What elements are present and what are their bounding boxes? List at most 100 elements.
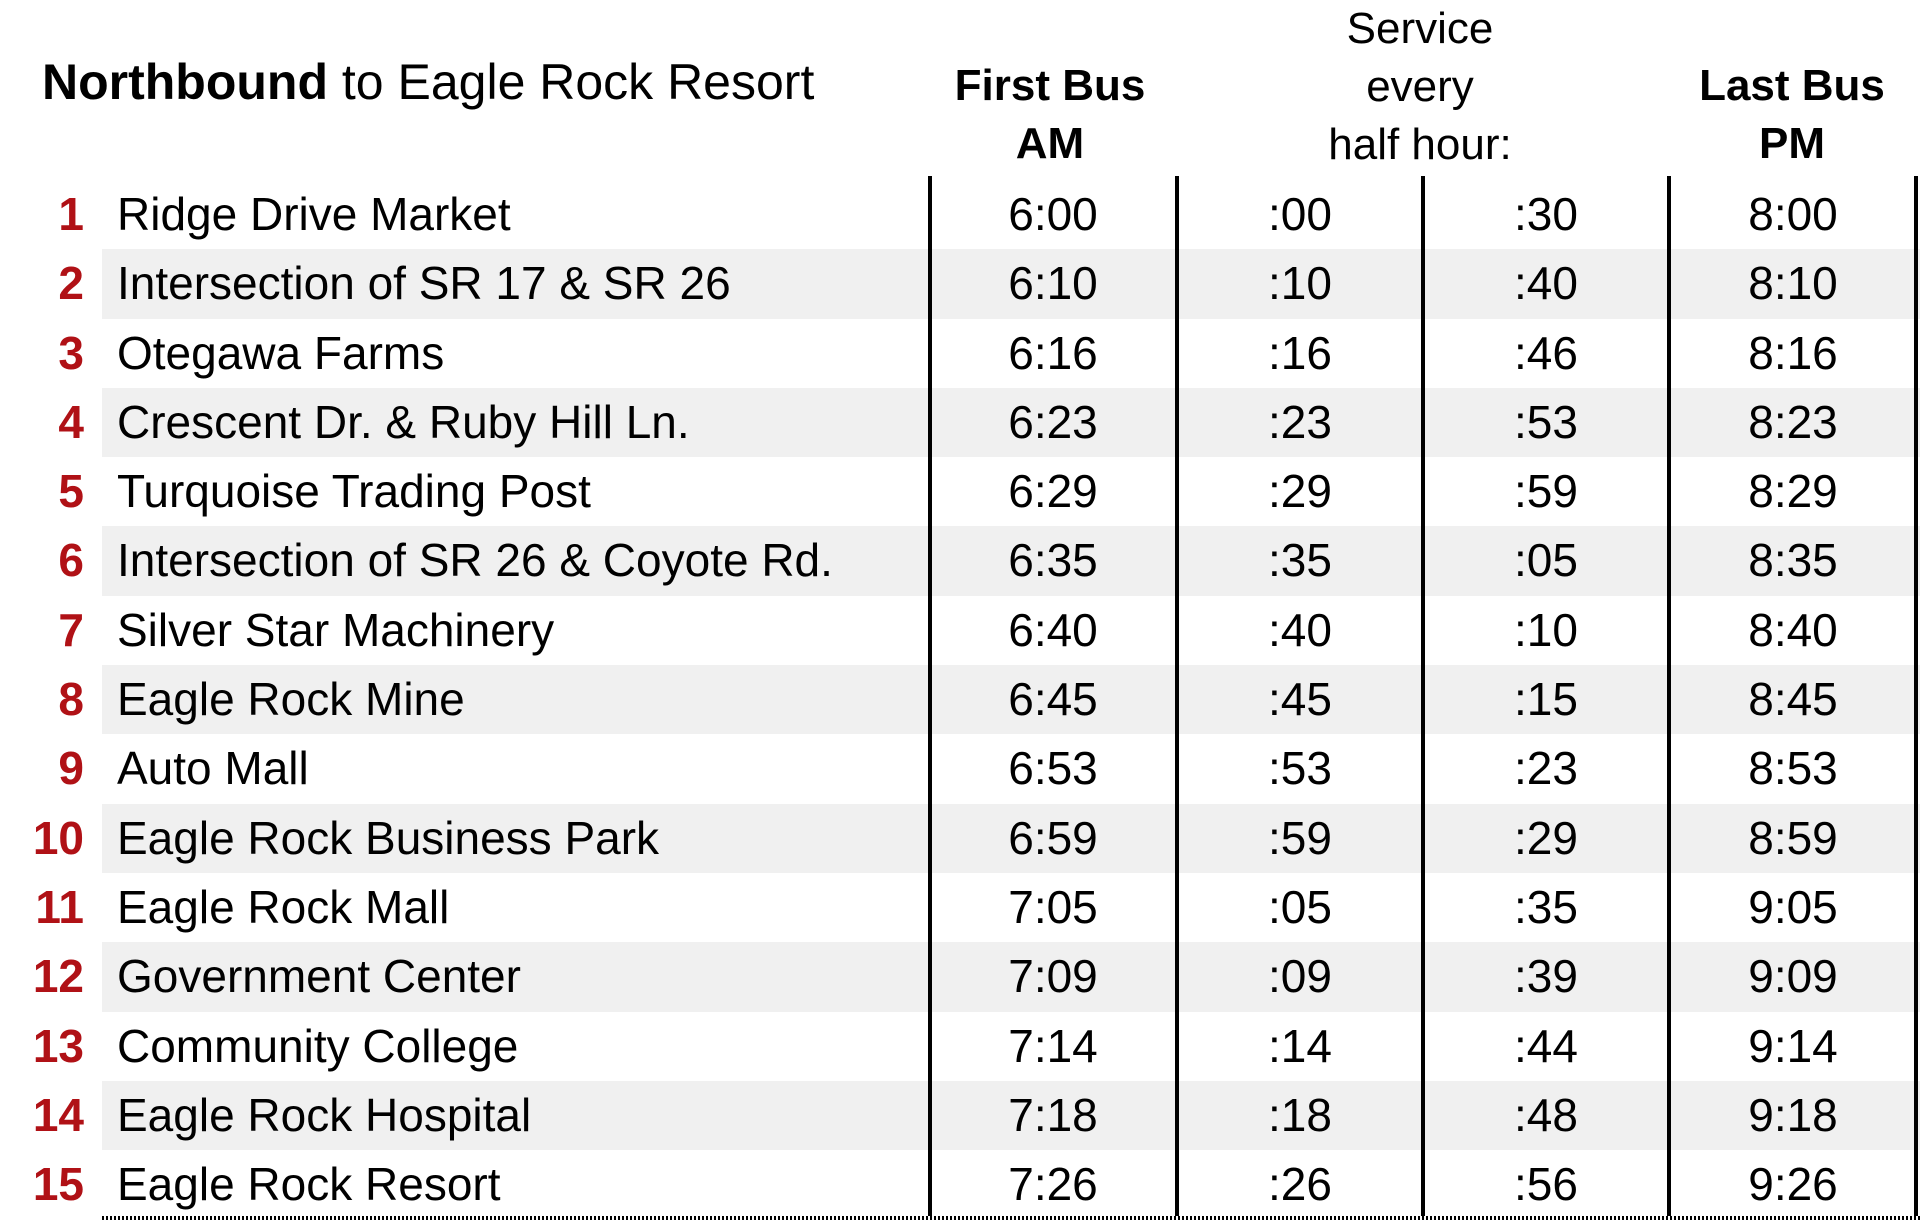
stop-name: Eagle Rock Mine <box>117 673 465 726</box>
first-bus-time: 6:10 <box>1008 257 1098 310</box>
table-row: 8 Eagle Rock Mine 6:45 :45 :15 8:45 <box>0 665 1920 735</box>
first-bus-time: 7:09 <box>1008 950 1098 1003</box>
service-minute-second: :53 <box>1514 395 1578 448</box>
service-minute-second: :59 <box>1514 465 1578 518</box>
service-minute-first: :59 <box>1268 811 1332 864</box>
table-row: 2 Intersection of SR 17 & SR 26 6:10:10:40… <box>0 249 1920 319</box>
table-row: 3 Otegawa Farms 6:16 :16 :46 8:16 <box>0 319 1920 388</box>
service-minute-second: :35 <box>1514 880 1578 933</box>
stop-name: Crescent Dr. & Ruby Hill Ln. <box>117 395 690 448</box>
service-minute-first: :29 <box>1268 465 1332 518</box>
service-minute-second: :05 <box>1514 534 1578 587</box>
stop-name: Eagle Rock Resort <box>117 1158 501 1211</box>
stop-number: 7 <box>58 603 84 656</box>
stop-number: 2 <box>58 257 84 310</box>
table-row: 13 Community College 7:14 :14 :44 9:14 <box>0 1012 1920 1081</box>
service-minute-first: :53 <box>1268 742 1332 795</box>
table-bottom-rule <box>102 1216 1920 1220</box>
last-bus-time: 8:23 <box>1748 395 1838 448</box>
last-bus-time: 8:40 <box>1748 603 1838 656</box>
first-bus-time: 7:18 <box>1008 1088 1098 1141</box>
service-header-line2: every <box>1366 62 1474 111</box>
table-row: 15 Eagle Rock Resort 7:26 :26 :56 9:26 <box>0 1150 1920 1219</box>
first-bus-time: 7:05 <box>1008 880 1098 933</box>
table-row: 12 Government Center 7:09:09:39 9:09 <box>0 942 1920 1012</box>
first-bus-time: 7:14 <box>1008 1019 1098 1072</box>
service-minute-first: :05 <box>1268 880 1332 933</box>
service-minute-first: :40 <box>1268 603 1332 656</box>
last-bus-time: 9:14 <box>1748 1019 1838 1072</box>
stop-number: 1 <box>58 188 84 240</box>
stop-number: 6 <box>58 534 84 587</box>
last-bus-time: 8:53 <box>1748 742 1838 795</box>
service-minute-second: :39 <box>1514 950 1578 1003</box>
stop-number: 12 <box>32 950 84 1003</box>
stop-name: Community College <box>117 1019 519 1072</box>
service-minute-second: :23 <box>1514 742 1578 795</box>
table-row: 7 Silver Star Machinery 6:40:40:10 8:40 <box>0 596 1920 665</box>
last-bus-time: 9:26 <box>1748 1158 1838 1211</box>
stop-number: 15 <box>32 1158 84 1211</box>
last-bus-header-line1: Last Bus <box>1699 61 1885 110</box>
last-bus-time: 9:05 <box>1748 880 1838 933</box>
stop-number: 3 <box>58 326 84 379</box>
last-bus-time: 8:29 <box>1748 465 1838 518</box>
service-minute-first: :23 <box>1268 395 1332 448</box>
first-bus-time: 6:35 <box>1008 534 1098 587</box>
first-bus-time: 7:26 <box>1008 1158 1098 1211</box>
stop-name: Eagle Rock Hospital <box>117 1088 532 1141</box>
table-row: 5 Turquoise Trading Post 6:29:29:59 8:29 <box>0 457 1920 526</box>
first-bus-time: 6:16 <box>1008 326 1098 379</box>
stop-name: Otegawa Farms <box>117 326 445 379</box>
table-row: 10 Eagle Rock Business Park 6:59:59:29 8:59 <box>0 803 1920 873</box>
last-bus-header-line2: PM <box>1759 119 1825 168</box>
table-row: 1 Ridge Drive Market 6:00:00:30 8:00 <box>0 180 1920 249</box>
stop-name: Silver Star Machinery <box>117 603 555 656</box>
service-minute-second: :46 <box>1514 326 1578 379</box>
schedule-title: Northbound to Eagle Rock Resort <box>42 52 814 112</box>
first-bus-time: 6:45 <box>1008 673 1098 726</box>
service-minute-first: :35 <box>1268 534 1332 587</box>
first-bus-header-line1: First Bus <box>954 61 1146 110</box>
first-bus-time: 6:00 <box>1008 188 1098 240</box>
stop-name: Turquoise Trading Post <box>117 465 591 518</box>
schedule-table: 1 Ridge Drive Market 6:00:00:30 8:00 2 Inters… <box>0 180 1920 1219</box>
service-minute-second: :30 <box>1514 188 1578 240</box>
service-minute-first: :14 <box>1268 1019 1332 1072</box>
service-minute-first: :26 <box>1268 1158 1332 1211</box>
stop-number: 9 <box>58 742 84 795</box>
last-bus-header: Last Bus PM <box>1672 57 1912 173</box>
first-bus-time: 6:29 <box>1008 465 1098 518</box>
column-divider <box>1667 176 1671 1220</box>
stop-number: 4 <box>58 395 84 448</box>
last-bus-time: 8:10 <box>1748 257 1838 310</box>
destination-label: to Eagle Rock Resort <box>328 54 815 110</box>
first-bus-time: 6:53 <box>1008 742 1098 795</box>
service-minute-first: :16 <box>1268 326 1332 379</box>
last-bus-time: 8:00 <box>1748 188 1838 240</box>
stop-number: 13 <box>32 1019 84 1072</box>
service-minute-second: :56 <box>1514 1158 1578 1211</box>
service-minute-second: :44 <box>1514 1019 1578 1072</box>
stop-number: 8 <box>58 673 84 726</box>
table-row: 11 Eagle Rock Mall 7:05:05:35 9:05 <box>0 873 1920 942</box>
stop-name: Intersection of SR 17 & SR 26 <box>117 257 731 310</box>
service-minute-first: :00 <box>1268 188 1332 240</box>
last-bus-time: 8:59 <box>1748 811 1838 864</box>
stop-number: 14 <box>32 1088 84 1141</box>
service-minute-first: :18 <box>1268 1088 1332 1141</box>
first-bus-time: 6:59 <box>1008 811 1098 864</box>
first-bus-header: First Bus AM <box>930 57 1170 173</box>
service-header: Service every half hour: <box>1180 0 1660 174</box>
first-bus-time: 6:40 <box>1008 603 1098 656</box>
table-row: 14 Eagle Rock Hospital 7:18:18:48 9:18 <box>0 1080 1920 1151</box>
column-divider <box>928 176 932 1220</box>
service-minute-second: :40 <box>1514 257 1578 310</box>
table-row: 4 Crescent Dr. & Ruby Hill Ln. 6:23:23:53 8… <box>0 387 1920 458</box>
service-minute-second: :48 <box>1514 1088 1578 1141</box>
service-minute-first: :45 <box>1268 673 1332 726</box>
column-divider <box>1421 176 1425 1220</box>
service-minute-second: :15 <box>1514 673 1578 726</box>
last-bus-time: 8:45 <box>1748 673 1838 726</box>
last-bus-time: 8:16 <box>1748 326 1838 379</box>
